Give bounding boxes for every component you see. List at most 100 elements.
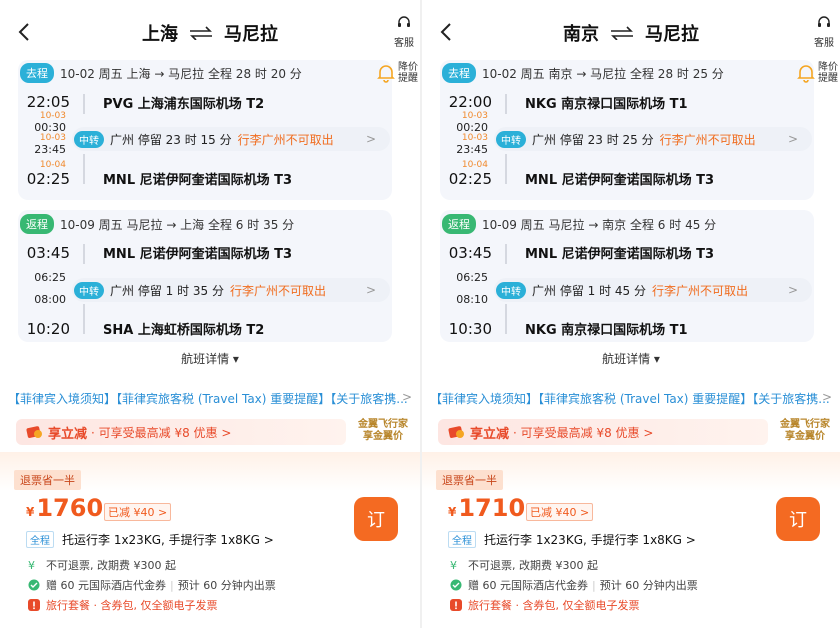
ticketing-time-text: 预计 60 分钟内出票 [177,579,276,592]
voucher-rule: 赠 60 元国际酒店代金券 | 预计 60 分钟内出票 [450,577,698,593]
chevron-right-icon[interactable]: > [822,390,832,404]
return-transfer-row[interactable]: 中转 广州 停留 1 时 45 分 行李广州不可取出 > [494,278,812,302]
flight-detail-screen-shanghai: 上海 马尼拉 客服 去程 10-02 周五 上海 → 马尼拉 全程 28 时 2… [0,0,420,628]
price-alert-button[interactable]: 降价 提醒 [376,62,418,84]
swap-icon [190,26,212,40]
transfer-badge: 中转 [74,281,104,299]
baggage-allowance[interactable]: 全程 托运行李 1x23KG, 手提行李 1x8KG > [26,531,274,548]
refund-rule-text: 不可退票, 改期费 ¥300 起 [468,559,598,572]
chevron-right-icon[interactable]: > [402,390,412,404]
outbound-dep2-time: 23:45 [34,143,66,156]
package-rule: 旅行套餐 · 含券包, 仅全额电子发票 [28,597,217,613]
return-dep-airport: MNL 尼诺伊阿奎诺国际机场 T3 [525,247,715,262]
baggage-warning: 行李广州不可取出 [651,283,748,298]
discount-badge[interactable]: 已减 ¥40 > [104,503,172,521]
timeline [505,154,507,184]
baggage-warning: 行李广州不可取出 [229,283,326,298]
return-tag: 返程 [20,214,54,234]
coupon-icon [26,426,42,438]
price-alert-button[interactable]: 降价 提醒 [796,62,838,84]
outbound-arr-time: 02:25 [26,170,70,188]
outbound-transfer-row[interactable]: 中转 广州 停留 23 时 25 分 行李广州不可取出 > [494,127,812,151]
outbound-arr1-date: 10-03 [461,111,488,121]
outbound-summary: 10-02 周五 南京 → 马尼拉 全程 28 时 25 分 [482,66,724,81]
baggage-text: 托运行李 1x23KG, 手提行李 1x8KG > [62,533,274,547]
baggage-allowance[interactable]: 全程 托运行李 1x23KG, 手提行李 1x8KG > [448,531,696,548]
currency-symbol: ¥ [26,505,35,519]
return-tag: 返程 [442,214,476,234]
travel-notice-link[interactable]: 【菲律宾入境须知】【菲律宾旅客税 (Travel Tax) 重要提醒】【关于旅客… [430,390,832,407]
refund-tag: 退票省一半 [436,470,503,490]
yen-icon: ¥ [28,559,35,572]
timeline [505,244,507,264]
outbound-transfer-row[interactable]: 中转 广州 停留 23 时 15 分 行李广州不可取出 > [72,127,390,151]
transfer-text: 广州 停留 1 时 45 分 [532,283,646,298]
baggage-warning: 行李广州不可取出 [237,132,334,147]
outbound-dep-time: 22:00 [448,93,492,111]
caret-down-icon: ▾ [232,352,239,366]
ticketing-time-text: 预计 60 分钟内出票 [599,579,698,592]
return-arr-airport: SHA 上海虹桥国际机场 T2 [103,323,265,338]
gold-member-line-1: 金翼飞行家 [780,419,830,430]
instant-discount-banner[interactable]: 享立减 · 可享受最高减 ¥8 优惠 > [438,419,768,445]
outbound-arr-time: 02:25 [448,170,492,188]
outbound-arr1-date: 10-03 [39,111,66,121]
timeline [83,304,85,334]
outbound-arr-airport: MNL 尼诺伊阿奎诺国际机场 T3 [103,173,293,188]
flight-details-toggle[interactable]: 航班详情 ▾ [422,350,840,367]
header: 上海 马尼拉 客服 [0,0,420,62]
return-arr-time: 10:30 [448,320,492,338]
fare-price: ¥ 1760 [26,494,103,522]
currency-symbol: ¥ [448,505,457,519]
header: 南京 马尼拉 客服 [422,0,840,62]
customer-service-button[interactable]: 客服 [390,14,418,49]
bell-icon [377,65,395,83]
customer-service-button[interactable]: 客服 [810,14,838,49]
travel-notice-link[interactable]: 【菲律宾入境须知】【菲律宾旅客税 (Travel Tax) 重要提醒】【关于旅客… [8,390,412,407]
return-dep-time: 03:45 [448,244,492,262]
separator: | [592,578,596,592]
outbound-arr-airport: MNL 尼诺伊阿奎诺国际机场 T3 [525,173,715,188]
return-summary: 10-09 周五 马尼拉 → 上海 全程 6 时 35 分 [60,217,295,232]
full-trip-tag: 全程 [448,531,476,548]
chevron-right-icon: > [365,283,376,297]
return-transfer-row[interactable]: 中转 广州 停留 1 时 35 分 行李广州不可取出 > [72,278,390,302]
package-rule: 旅行套餐 · 含券包, 仅全额电子发票 [450,597,639,613]
outbound-header: 去程 10-02 周五 上海 → 马尼拉 全程 28 时 20 分 [20,62,302,84]
voucher-text: 赠 60 元国际酒店代金券 [46,579,166,592]
flight-details-label: 航班详情 [181,352,230,366]
transfer-badge: 中转 [496,130,526,148]
price-alert-label-2: 提醒 [398,73,418,84]
voucher-text: 赠 60 元国际酒店代金券 [468,579,588,592]
bell-icon [797,65,815,83]
return-header: 返程 10-09 周五 马尼拉 → 上海 全程 6 时 35 分 [20,213,294,235]
gold-member-badge[interactable]: 金翼飞行家 享金翼价 [356,419,410,443]
price-alert-label-2: 提醒 [818,73,838,84]
screens: 上海 马尼拉 客服 去程 10-02 周五 上海 → 马尼拉 全程 28 时 2… [0,0,840,628]
origin-city: 南京 [563,24,599,45]
return-dep-time: 03:45 [26,244,70,262]
flight-details-toggle[interactable]: 航班详情 ▾ [0,350,420,367]
baggage-text: 托运行李 1x23KG, 手提行李 1x8KG > [484,533,696,547]
transfer-badge: 中转 [74,130,104,148]
origin-city: 上海 [142,24,178,45]
return-header: 返程 10-09 周五 马尼拉 → 南京 全程 6 时 45 分 [442,213,716,235]
outbound-dep-airport: PVG 上海浦东国际机场 T2 [103,97,265,112]
outbound-header: 去程 10-02 周五 南京 → 马尼拉 全程 28 时 25 分 [442,62,724,84]
route-title: 南京 马尼拉 [422,20,840,46]
return-summary: 10-09 周五 马尼拉 → 南京 全程 6 时 45 分 [482,217,717,232]
destination-city: 马尼拉 [645,24,699,45]
instant-discount-banner[interactable]: 享立减 · 可享受最高减 ¥8 优惠 > [16,419,346,445]
instant-discount-text: · 可享受最高减 ¥8 优惠 > [513,425,654,440]
book-button[interactable]: 订 [776,497,820,541]
outbound-tag: 去程 [20,63,54,83]
gold-member-badge[interactable]: 金翼飞行家 享金翼价 [778,419,832,443]
return-dep2-time: 08:00 [34,293,66,306]
headset-icon [818,16,830,27]
discount-badge[interactable]: 已减 ¥40 > [526,503,594,521]
book-button[interactable]: 订 [354,497,398,541]
return-arr1-time: 06:25 [34,271,66,284]
refund-rule: ¥ 不可退票, 改期费 ¥300 起 [450,557,598,573]
package-text: 旅行套餐 · 含券包, 仅全额电子发票 [468,599,640,612]
instant-discount-text: · 可享受最高减 ¥8 优惠 > [91,425,232,440]
